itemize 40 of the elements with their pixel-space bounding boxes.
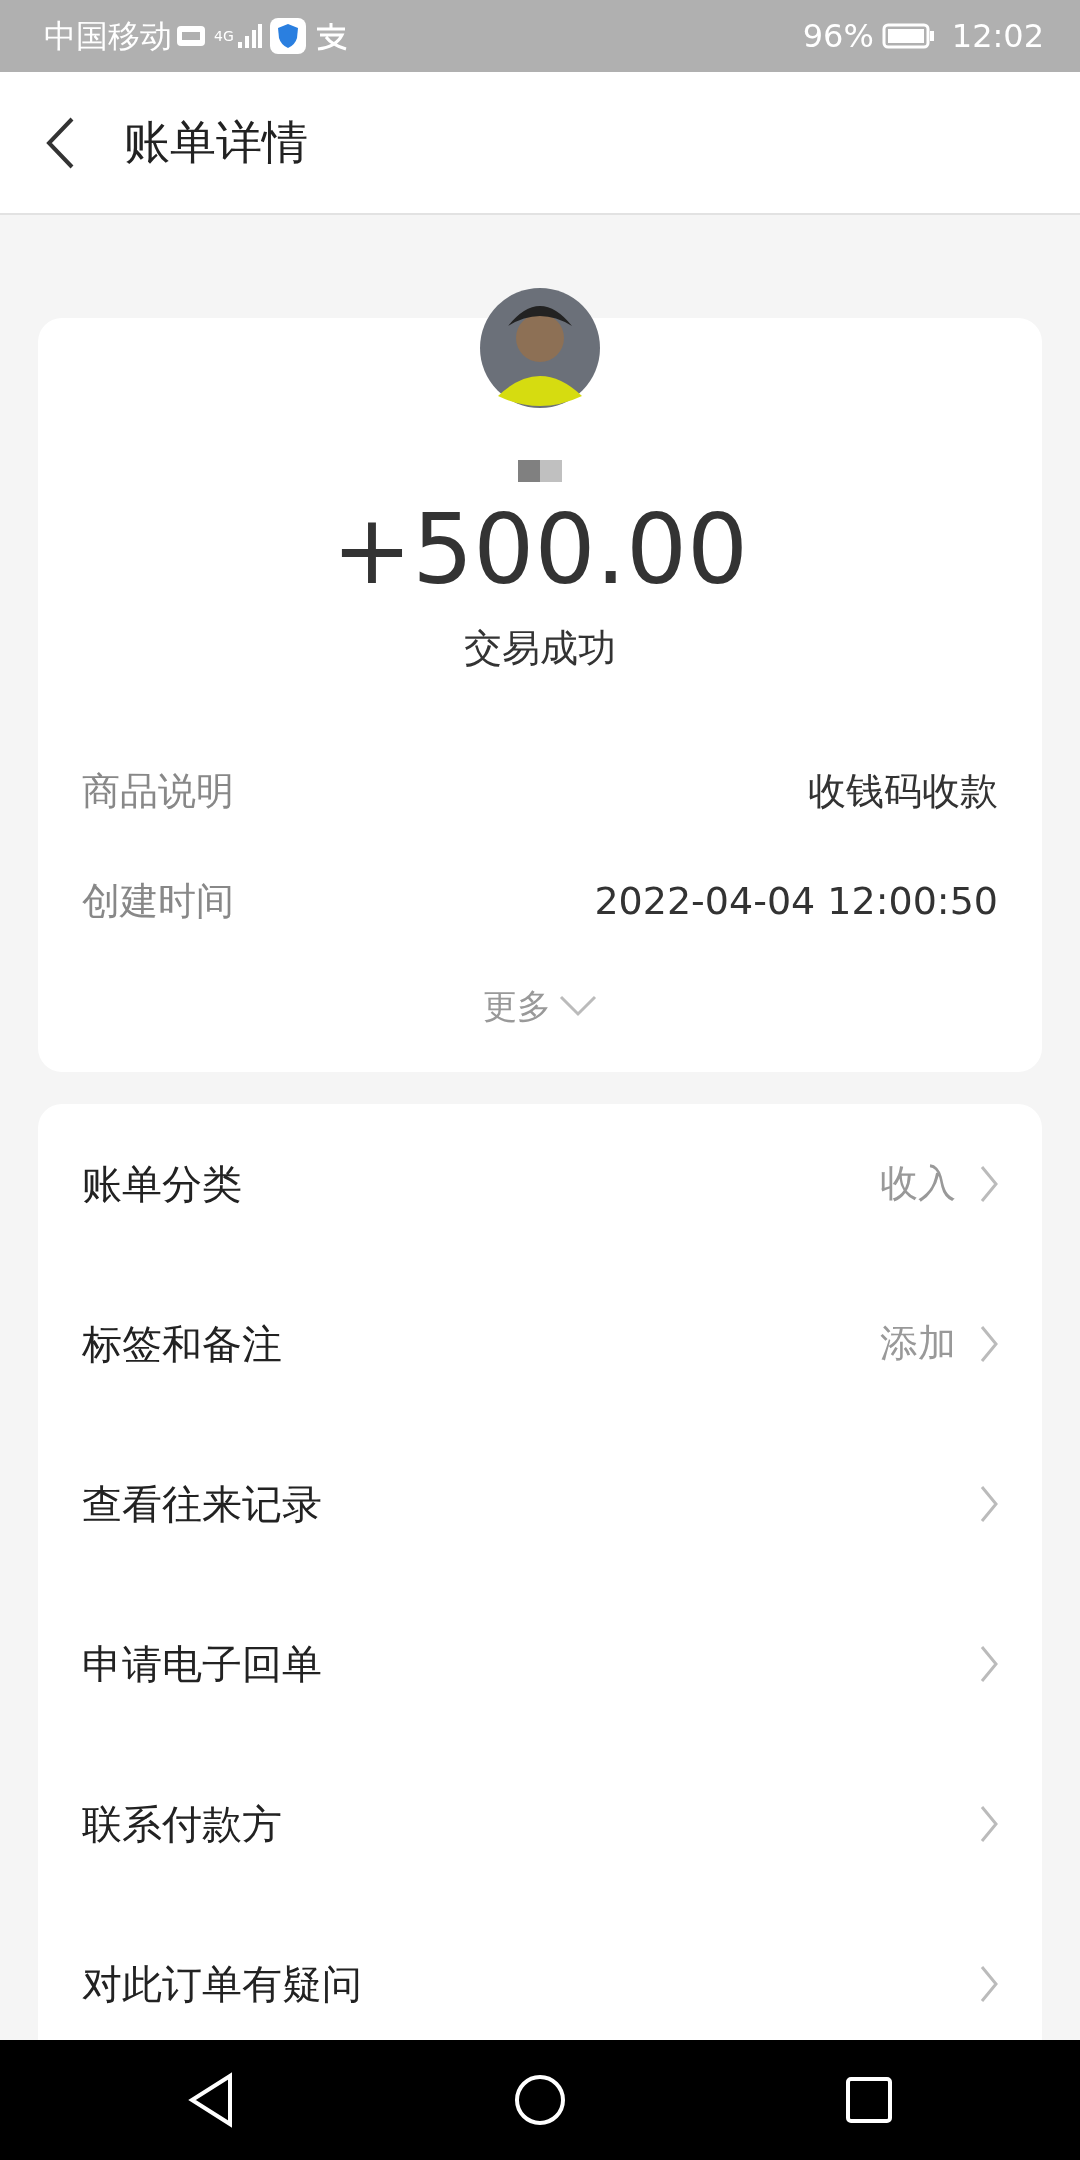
hd-icon (176, 24, 206, 48)
item-value: 添加 (880, 1320, 956, 1368)
amount: +500.00 (331, 498, 749, 604)
transaction-status: 交易成功 (464, 624, 616, 672)
chevron-right-icon (980, 1804, 998, 1843)
chevron-right-icon (980, 1964, 998, 2003)
list-item[interactable]: 标签和备注 添加 (38, 1263, 1042, 1424)
detail-value: 收钱码收款 (808, 768, 998, 816)
list-item[interactable]: 对此订单有疑问 (38, 1903, 1042, 2040)
carrier-name: 中国移动 (44, 16, 172, 57)
shield-icon (269, 18, 306, 54)
list-item[interactable]: 账单分类 收入 (38, 1103, 1042, 1264)
chevron-right-icon (980, 1164, 998, 1203)
home-icon[interactable] (513, 2073, 567, 2127)
item-label: 申请电子回单 (82, 1639, 322, 1689)
chevron-right-icon (980, 1484, 998, 1523)
blurred-name-drawing (518, 460, 562, 482)
item-label: 查看往来记录 (82, 1479, 322, 1529)
chevron-right-icon (980, 1644, 998, 1683)
item-label: 账单分类 (82, 1159, 242, 1209)
battery-icon (881, 22, 936, 50)
detail-value: 2022-04-04 12:00:50 (594, 878, 998, 926)
page-title: 账单详情 (124, 114, 308, 171)
back-icon[interactable] (44, 115, 76, 170)
battery-percent: 96% (802, 16, 874, 57)
detail-label: 创建时间 (82, 878, 234, 926)
network-type: 4G (214, 29, 234, 43)
clock: 12:02 (951, 16, 1044, 57)
list-item[interactable]: 申请电子回单 (38, 1583, 1042, 1744)
list-item[interactable]: 联系付款方 (38, 1743, 1042, 1904)
chevron-down-icon (559, 995, 597, 1018)
list-item[interactable]: 查看往来记录 (38, 1423, 1042, 1584)
item-label: 标签和备注 (82, 1319, 282, 1369)
detail-label: 商品说明 (82, 768, 234, 816)
chevron-right-icon (980, 1324, 998, 1363)
signal-icon (237, 22, 262, 50)
item-value: 收入 (880, 1160, 956, 1208)
recents-icon[interactable] (843, 2075, 894, 2125)
item-label: 对此订单有疑问 (82, 1959, 362, 2009)
item-label: 联系付款方 (82, 1799, 282, 1849)
